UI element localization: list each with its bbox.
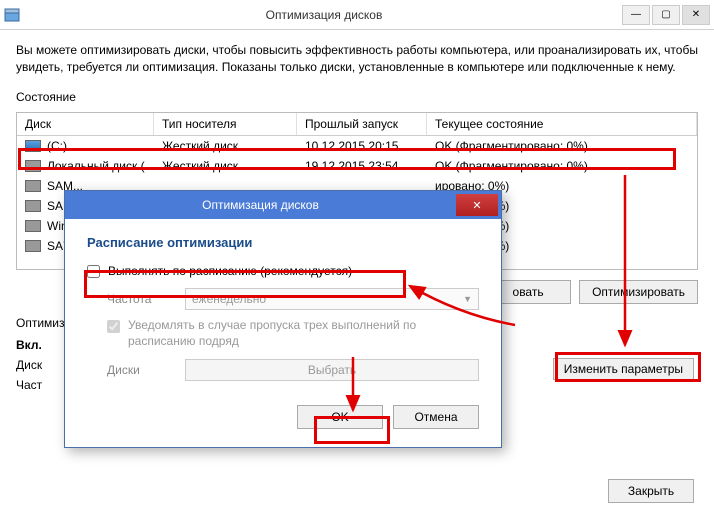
disk-icon: [25, 240, 41, 252]
close-button[interactable]: ✕: [682, 5, 710, 25]
main-window-title: Оптимизация дисков: [28, 8, 620, 22]
chevron-down-icon: ▼: [463, 294, 472, 304]
intro-text: Вы можете оптимизировать диски, чтобы по…: [16, 42, 698, 76]
disk-name: (C:): [47, 139, 67, 153]
change-settings-button[interactable]: Изменить параметры: [553, 358, 694, 380]
disk-last: 10.12.2015 20:15: [297, 137, 427, 155]
dialog-cancel-button[interactable]: Отмена: [393, 405, 479, 429]
optimize-button[interactable]: Оптимизировать: [579, 280, 698, 304]
col-header-disk[interactable]: Диск: [17, 113, 154, 135]
run-scheduled-checkbox[interactable]: [87, 265, 100, 278]
section-label-state: Состояние: [16, 90, 698, 104]
dialog-title: Оптимизация дисков: [65, 198, 456, 212]
disk-status: OK (Фрагментировано: 0%): [427, 157, 697, 175]
app-icon: [4, 7, 20, 23]
disk-name: Локальный диск (...: [47, 159, 154, 173]
col-header-last[interactable]: Прошлый запуск: [297, 113, 427, 135]
disk-last: 19.12.2015 23:54: [297, 157, 427, 175]
disk-type: Жесткий диск: [154, 157, 297, 175]
disk-icon: [25, 220, 41, 232]
disk-list-header: Диск Тип носителя Прошлый запуск Текущее…: [17, 113, 697, 136]
disk-type: Жесткий диск: [154, 137, 297, 155]
dialog-close-button[interactable]: ✕: [456, 194, 498, 216]
disk-status: OK (Фрагментировано: 0%): [427, 137, 697, 155]
frequency-label: Частота: [107, 292, 185, 306]
disks-label: Диски: [107, 363, 185, 377]
col-header-type[interactable]: Тип носителя: [154, 113, 297, 135]
frequency-value: еженедельно: [192, 292, 266, 306]
disk-icon: [25, 200, 41, 212]
disk-icon: [25, 140, 41, 152]
maximize-button[interactable]: ▢: [652, 5, 680, 25]
col-header-status[interactable]: Текущее состояние: [427, 113, 697, 135]
dialog-titlebar: Оптимизация дисков ✕: [65, 191, 501, 219]
minimize-button[interactable]: —: [622, 5, 650, 25]
table-row[interactable]: Локальный диск (...Жесткий диск19.12.201…: [17, 156, 697, 176]
frequency-select[interactable]: еженедельно ▼: [185, 288, 479, 310]
table-row[interactable]: (C:) Жесткий диск10.12.2015 20:15OK (Фраг…: [17, 136, 697, 156]
run-scheduled-label: Выполнять по расписанию (рекомендуется): [108, 264, 352, 278]
main-titlebar: Оптимизация дисков — ▢ ✕: [0, 0, 714, 30]
notify-checkbox[interactable]: [107, 320, 120, 333]
notify-label: Уведомлять в случае пропуска трех выполн…: [128, 318, 479, 349]
disk-icon: [25, 160, 41, 172]
disk-icon: [25, 180, 41, 192]
dialog-heading: Расписание оптимизации: [87, 235, 479, 250]
dialog-ok-button[interactable]: OK: [297, 405, 383, 429]
schedule-dialog: Оптимизация дисков ✕ Расписание оптимиза…: [64, 190, 502, 448]
select-disks-button[interactable]: Выбрать: [185, 359, 479, 381]
close-main-button[interactable]: Закрыть: [608, 479, 694, 503]
